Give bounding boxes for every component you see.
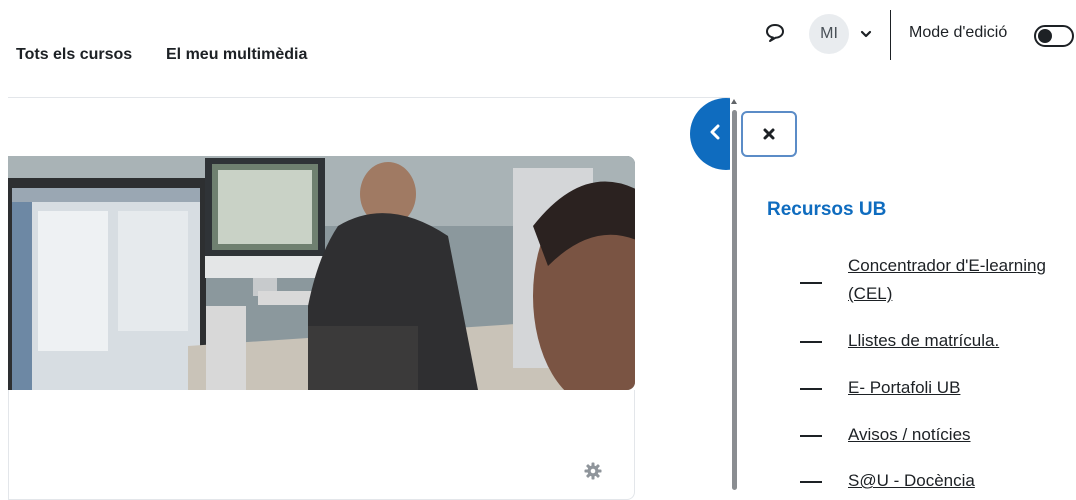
resource-suffix: .	[994, 331, 1000, 350]
scroll-up-arrow-icon[interactable]	[731, 99, 737, 104]
user-avatar[interactable]: MI	[809, 14, 849, 54]
edit-mode-label: Mode d'edició	[909, 24, 1008, 41]
resource-link-eportfolio[interactable]: E- Portafoli UB	[848, 374, 1073, 402]
close-icon	[763, 128, 775, 140]
message-icon[interactable]	[764, 22, 786, 44]
toggle-knob	[1038, 29, 1052, 43]
chevron-left-icon	[710, 124, 720, 140]
gear-icon[interactable]	[584, 462, 602, 480]
navbar-separator	[890, 10, 891, 60]
dash-bullet	[800, 388, 822, 390]
block-title: Recursos UB	[767, 199, 887, 220]
chevron-down-icon[interactable]	[859, 27, 873, 41]
resource-link-notices[interactable]: Avisos / notícies	[848, 421, 1073, 449]
nav-link-all-courses[interactable]: Tots els cursos	[16, 46, 132, 64]
dash-bullet	[800, 282, 822, 284]
dash-bullet	[800, 435, 822, 437]
user-initials: MI	[820, 25, 838, 42]
resource-line: Llistes de matrícula.	[848, 327, 999, 355]
course-card-body	[8, 390, 635, 500]
navbar-divider	[8, 97, 730, 98]
resource-link-cel[interactable]: Concentrador d'E-learning (CEL)	[848, 252, 1073, 308]
drawer-scrollbar-thumb[interactable]	[732, 110, 737, 490]
close-drawer-button[interactable]	[741, 111, 797, 157]
course-banner-image	[8, 156, 635, 390]
resource-link-enrolment-lists[interactable]: Llistes de matrícula	[848, 331, 994, 350]
edit-mode-toggle[interactable]	[1034, 25, 1074, 47]
dash-bullet	[800, 341, 822, 343]
top-navbar: Tots els cursos El meu multimèdia MI Mod…	[0, 0, 1076, 98]
dash-bullet	[800, 481, 822, 483]
nav-link-my-media[interactable]: El meu multimèdia	[166, 46, 307, 64]
resource-link-sau-teaching[interactable]: S@U - Docència	[848, 467, 1073, 495]
